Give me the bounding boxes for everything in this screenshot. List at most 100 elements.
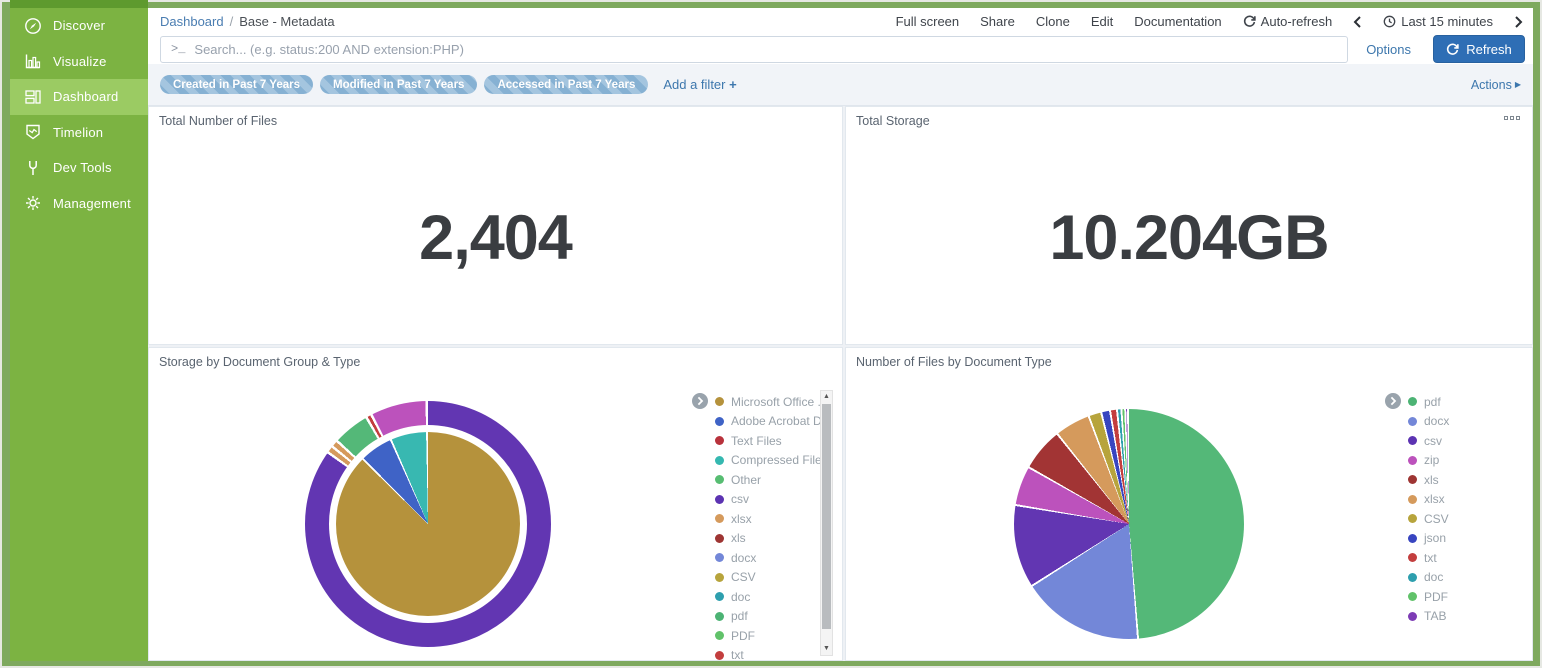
breadcrumb-dashboard-link[interactable]: Dashboard xyxy=(160,14,224,29)
legend-scrollbar[interactable]: ▲ ▼ xyxy=(820,390,833,656)
breadcrumb: Dashboard / Base - Metadata xyxy=(160,14,335,29)
legend-item-other[interactable]: Other xyxy=(715,470,832,490)
panel-total-files: Total Number of Files 2,404 xyxy=(148,106,843,345)
search-box: >_ xyxy=(160,36,1348,63)
legend-color-dot xyxy=(1408,436,1417,445)
files-pie-chart[interactable] xyxy=(1014,409,1244,639)
legend-collapse-icon[interactable] xyxy=(692,393,708,409)
legend-item-pdf[interactable]: PDF xyxy=(715,626,832,646)
menu-item-full-screen[interactable]: Full screen xyxy=(896,14,960,29)
legend-item-compressed-files[interactable]: Compressed Files xyxy=(715,451,832,471)
legend-item-xlsx[interactable]: xlsx xyxy=(715,509,832,529)
legend-item-xls[interactable]: xls xyxy=(1408,470,1449,490)
time-range-label: Last 15 minutes xyxy=(1401,14,1493,29)
legend-item-csv[interactable]: CSV xyxy=(1408,509,1449,529)
sidebar-item-label: Timelion xyxy=(53,125,103,140)
legend-label: Microsoft Office ... xyxy=(731,395,827,409)
panel-title: Total Number of Files xyxy=(159,114,277,128)
legend-label: Compressed Files xyxy=(731,453,828,467)
legend-item-microsoft-office[interactable]: Microsoft Office ... xyxy=(715,392,832,412)
legend-item-txt[interactable]: txt xyxy=(715,646,832,666)
sidebar-top-strip xyxy=(10,0,148,8)
legend-item-doc[interactable]: doc xyxy=(1408,568,1449,588)
scrollbar-thumb[interactable] xyxy=(822,404,831,629)
filter-pill[interactable]: Accessed in Past 7 Years xyxy=(484,75,648,94)
legend-label: Text Files xyxy=(731,434,782,448)
legend-label: Other xyxy=(731,473,761,487)
sidebar-item-timelion[interactable]: Timelion xyxy=(10,115,148,151)
sidebar-item-visualize[interactable]: Visualize xyxy=(10,44,148,80)
legend-item-text-files[interactable]: Text Files xyxy=(715,431,832,451)
legend-item-csv[interactable]: csv xyxy=(715,490,832,510)
legend-color-dot xyxy=(1408,456,1417,465)
legend-label: zip xyxy=(1424,453,1439,467)
shield-icon xyxy=(23,122,43,142)
legend-color-dot xyxy=(715,436,724,445)
storage-inner-pie[interactable] xyxy=(336,432,520,616)
filter-pill[interactable]: Created in Past 7 Years xyxy=(160,75,313,94)
time-forward-button[interactable] xyxy=(1514,16,1523,28)
legend-item-docx[interactable]: docx xyxy=(1408,412,1449,432)
refresh-icon xyxy=(1446,43,1459,56)
refresh-button-label: Refresh xyxy=(1466,42,1512,57)
legend-label: docx xyxy=(731,551,756,565)
options-link[interactable]: Options xyxy=(1366,42,1411,57)
actions-link[interactable]: Actions ▶ xyxy=(1471,78,1521,92)
menu-item-clone[interactable]: Clone xyxy=(1036,14,1070,29)
clock-icon xyxy=(1383,15,1396,28)
legend-item-csv[interactable]: csv xyxy=(1408,431,1449,451)
menu-item-documentation[interactable]: Documentation xyxy=(1134,14,1221,29)
legend-item-zip[interactable]: zip xyxy=(1408,451,1449,471)
scroll-up-icon[interactable]: ▲ xyxy=(821,391,832,403)
legend-item-txt[interactable]: txt xyxy=(1408,548,1449,568)
legend-label: csv xyxy=(1424,434,1442,448)
legend-item-docx[interactable]: docx xyxy=(715,548,832,568)
sidebar-item-dev-tools[interactable]: Dev Tools xyxy=(10,150,148,186)
legend-item-xlsx[interactable]: xlsx xyxy=(1408,490,1449,510)
legend-color-dot xyxy=(1408,612,1417,621)
sidebar-item-management[interactable]: Management xyxy=(10,186,148,222)
legend-collapse-icon[interactable] xyxy=(1385,393,1401,409)
legend-color-dot xyxy=(715,475,724,484)
auto-refresh-button[interactable]: Auto-refresh xyxy=(1243,14,1333,29)
menu-item-edit[interactable]: Edit xyxy=(1091,14,1113,29)
panel-title: Number of Files by Document Type xyxy=(856,355,1052,369)
legend-item-csv[interactable]: CSV xyxy=(715,568,832,588)
legend-item-tab[interactable]: TAB xyxy=(1408,607,1449,627)
legend-item-json[interactable]: json xyxy=(1408,529,1449,549)
filter-pills: Created in Past 7 Years Modified in Past … xyxy=(160,75,655,94)
legend-color-dot xyxy=(715,514,724,523)
sidebar-item-discover[interactable]: Discover xyxy=(10,8,148,44)
scroll-down-icon[interactable]: ▼ xyxy=(821,643,832,655)
legend-color-dot xyxy=(1408,475,1417,484)
legend-label: csv xyxy=(731,492,749,506)
legend-label: doc xyxy=(731,590,750,604)
storage-donut-chart[interactable] xyxy=(305,401,551,647)
time-back-button[interactable] xyxy=(1353,16,1362,28)
dashboard-grid-icon xyxy=(23,87,43,107)
main-content: Dashboard / Base - Metadata Full screen S… xyxy=(148,8,1533,661)
refresh-button[interactable]: Refresh xyxy=(1433,35,1525,63)
panel-options-icon[interactable] xyxy=(1504,116,1520,120)
legend-item-adobe-acrobat-d[interactable]: Adobe Acrobat D... xyxy=(715,412,832,432)
sidebar-item-label: Visualize xyxy=(53,54,107,69)
sidebar-item-dashboard[interactable]: Dashboard xyxy=(10,79,148,115)
search-input[interactable] xyxy=(194,42,1347,57)
menu-item-share[interactable]: Share xyxy=(980,14,1015,29)
add-filter-link[interactable]: Add a filter + xyxy=(663,77,736,92)
panel-storage-pie: Storage by Document Group & Type Microso… xyxy=(148,347,843,661)
filter-pill[interactable]: Modified in Past 7 Years xyxy=(320,75,477,94)
sidebar: Discover Visualize Dashboard Timelion Dev To… xyxy=(10,8,148,661)
legend-label: PDF xyxy=(1424,590,1448,604)
legend-item-xls[interactable]: xls xyxy=(715,529,832,549)
panel-files-pie: Number of Files by Document Type pdfdocx… xyxy=(845,347,1533,661)
legend-label: Adobe Acrobat D... xyxy=(731,414,832,428)
dashboard-grid: Total Number of Files 2,404 Total Storag… xyxy=(148,106,1533,661)
legend-item-doc[interactable]: doc xyxy=(715,587,832,607)
legend-item-pdf[interactable]: PDF xyxy=(1408,587,1449,607)
filter-bar: Created in Past 7 Years Modified in Past … xyxy=(148,64,1533,106)
legend-item-pdf[interactable]: pdf xyxy=(1408,392,1449,412)
time-range-picker[interactable]: Last 15 minutes xyxy=(1383,14,1493,29)
legend-item-pdf[interactable]: pdf xyxy=(715,607,832,627)
files-pie-legend: pdfdocx csv zip xlsxlsxCSVjsontxtdoc PDF TAB xyxy=(1408,392,1449,626)
